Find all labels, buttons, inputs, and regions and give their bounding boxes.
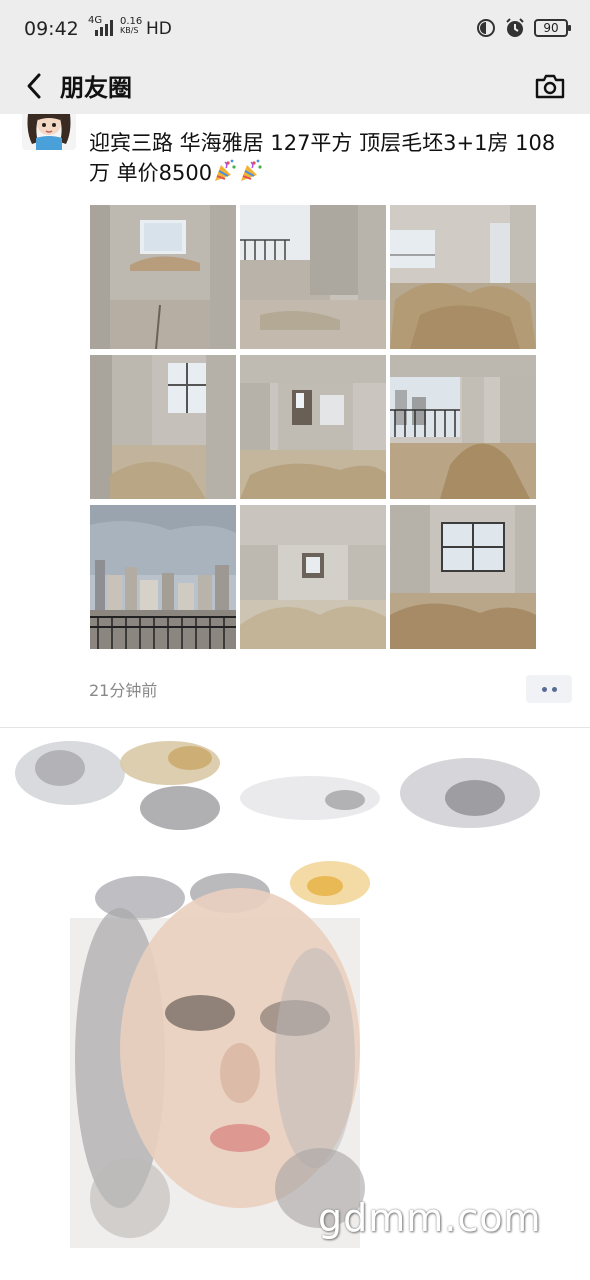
status-right: 90 xyxy=(476,16,571,40)
photo-unfinished-room-with-window[interactable] xyxy=(90,205,236,349)
watermark: gdmm.com xyxy=(318,1196,542,1240)
photo-unfinished-bedroom-window[interactable] xyxy=(390,505,536,649)
photo-unfinished-living-room-sand[interactable] xyxy=(390,205,536,349)
moments-header: 朋友圈 xyxy=(0,58,590,114)
dot-icon xyxy=(551,686,557,692)
do-not-disturb-icon xyxy=(477,19,495,37)
hd-indicator: HD xyxy=(146,19,172,39)
avatar[interactable] xyxy=(22,114,76,150)
chevron-left-icon xyxy=(27,73,41,99)
party-popper-icon xyxy=(241,159,262,181)
speed-unit: KB/S xyxy=(120,26,139,35)
back-button[interactable] xyxy=(14,66,54,106)
page-title: 朋友圈 xyxy=(60,74,132,102)
signal-icon xyxy=(95,20,113,36)
speed-value: 0.16 xyxy=(120,16,143,27)
network-speed: 0.16 KB/S xyxy=(120,16,143,36)
post-text-content: 迎宾三路 华海雅居 127平方 顶层毛坯3+1房 108万 单价8500 xyxy=(89,131,556,185)
photo-unfinished-hallway[interactable] xyxy=(240,355,386,499)
alarm-icon xyxy=(506,18,524,37)
photo-grid xyxy=(90,205,538,649)
more-button[interactable] xyxy=(526,675,572,703)
camera-button[interactable] xyxy=(530,66,570,106)
photo-unfinished-bathroom[interactable] xyxy=(90,355,236,499)
status-time: 09:42 xyxy=(24,18,79,40)
photo-unfinished-room-with-balcony[interactable] xyxy=(240,205,386,349)
photo-city-view-from-balcony[interactable] xyxy=(90,505,236,649)
post-time: 21分钟前 xyxy=(89,681,158,700)
status-bar: 09:42 4G 0.16 KB/S HD 90 xyxy=(0,0,590,58)
battery-icon: 90 xyxy=(534,19,571,37)
post-text: 迎宾三路 华海雅居 127平方 顶层毛坯3+1房 108万 单价8500 xyxy=(89,128,559,188)
party-popper-icon xyxy=(215,159,236,181)
photo-unfinished-hall-sand[interactable] xyxy=(240,505,386,649)
dot-icon xyxy=(541,686,547,692)
photo-unfinished-room-balcony-view[interactable] xyxy=(390,355,536,499)
camera-icon xyxy=(535,74,565,99)
